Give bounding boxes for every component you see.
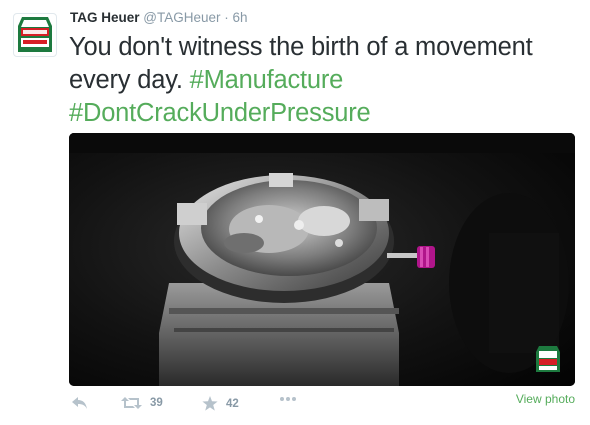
tag-heuer-logo-icon — [18, 17, 52, 52]
retweet-button[interactable]: 39 — [121, 396, 163, 410]
timestamp[interactable]: 6h — [233, 10, 248, 25]
tweet-text: You don't witness the birth of a movemen… — [69, 31, 581, 130]
retweet-icon — [121, 397, 142, 409]
reply-button[interactable] — [71, 396, 88, 410]
watch-movement-photo — [69, 133, 575, 386]
favorite-button[interactable]: 42 — [202, 396, 239, 411]
hashtag-dontcrack[interactable]: #DontCrackUnderPressure — [69, 99, 371, 127]
retweet-count: 39 — [150, 397, 163, 409]
tweet-actions: 39 42 View photo — [69, 392, 575, 418]
avatar[interactable] — [13, 13, 57, 57]
separator: · — [224, 10, 229, 25]
author-handle[interactable]: @TAGHeuer — [143, 10, 220, 25]
tweet-photo[interactable] — [69, 133, 575, 386]
tag-heuer-watermark-icon — [536, 346, 560, 372]
hashtag-manufacture[interactable]: #Manufacture — [190, 66, 344, 94]
view-photo-link[interactable]: View photo — [516, 392, 575, 406]
reply-icon — [72, 397, 87, 409]
more-button[interactable] — [279, 396, 297, 402]
more-icon — [280, 397, 296, 401]
author-name[interactable]: TAG Heuer — [70, 10, 140, 25]
tweet-header: TAG Heuer @TAGHeuer · 6h — [70, 10, 248, 25]
star-icon — [202, 396, 218, 411]
favorite-count: 42 — [226, 397, 239, 410]
